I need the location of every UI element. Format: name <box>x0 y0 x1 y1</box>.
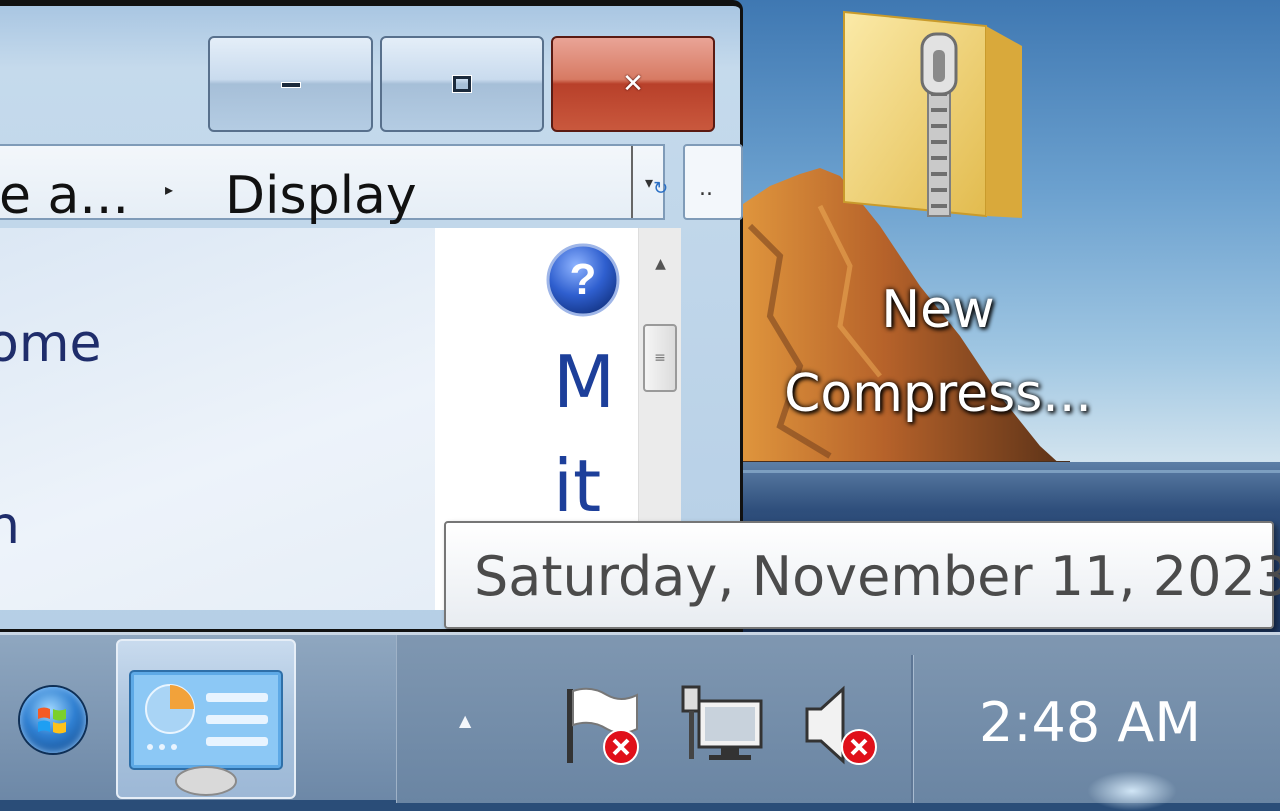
refresh-icon[interactable]: ↻ <box>653 178 668 199</box>
compressed-folder-icon <box>843 10 1022 218</box>
clock-hover-glow <box>1087 771 1177 811</box>
close-button[interactable]: ✕ <box>551 36 715 132</box>
close-icon: ✕ <box>622 69 644 99</box>
nav-link-home[interactable]: ome <box>0 314 101 374</box>
taskbar: ▲ 2:48 AM <box>0 632 1280 811</box>
svg-text:?: ? <box>570 255 597 304</box>
maximize-icon <box>452 75 472 93</box>
minimize-button[interactable] <box>208 36 373 132</box>
task-link[interactable]: it <box>553 444 601 528</box>
speaker-muted-icon[interactable] <box>801 683 885 767</box>
network-disconnected-icon[interactable] <box>681 683 765 767</box>
address-bar[interactable]: e a... ▸ Display ▾ ↻ <box>0 144 668 226</box>
show-hidden-icons-chevron-icon[interactable]: ▲ <box>459 711 471 730</box>
search-input[interactable]: .. <box>683 144 743 220</box>
task-link-heading[interactable]: M <box>553 340 615 424</box>
chevron-down-icon: ▾ <box>644 172 654 192</box>
date-tooltip: Saturday, November 11, 2023 <box>444 521 1280 629</box>
taskbar-button-control-panel[interactable] <box>116 639 296 799</box>
scroll-thumb[interactable]: ≡ <box>643 324 677 392</box>
action-center-flag-icon[interactable] <box>561 683 645 767</box>
minimize-icon <box>280 82 301 88</box>
search-placeholder: .. <box>699 176 713 201</box>
desktop-icon-compressed-folder[interactable]: New Compress... <box>780 6 1110 424</box>
scroll-up-arrow-icon[interactable]: ▲ <box>639 256 681 272</box>
start-button[interactable] <box>20 687 86 753</box>
taskbar-clock[interactable]: 2:48 AM <box>979 691 1201 754</box>
windows-start-icon <box>38 707 66 734</box>
notification-area: ▲ 2:48 AM <box>396 635 1280 811</box>
breadcrumb-separator-arrow-icon[interactable]: ▸ <box>165 180 173 199</box>
navigation-pane: ome n <box>0 228 435 610</box>
tray-divider <box>911 655 914 803</box>
help-icon[interactable]: ? <box>545 242 621 318</box>
wallpaper-sea-glint <box>740 470 1280 473</box>
date-tooltip-text: Saturday, November 11, 2023 <box>474 545 1280 608</box>
maximize-button[interactable] <box>380 36 544 132</box>
nav-link[interactable]: n <box>0 496 20 556</box>
control-panel-display-icon <box>129 670 283 796</box>
breadcrumb-current[interactable]: Display <box>225 166 417 226</box>
desktop-icon-label: New Compress... <box>784 280 1092 424</box>
breadcrumb-parent[interactable]: e a... <box>0 166 129 226</box>
